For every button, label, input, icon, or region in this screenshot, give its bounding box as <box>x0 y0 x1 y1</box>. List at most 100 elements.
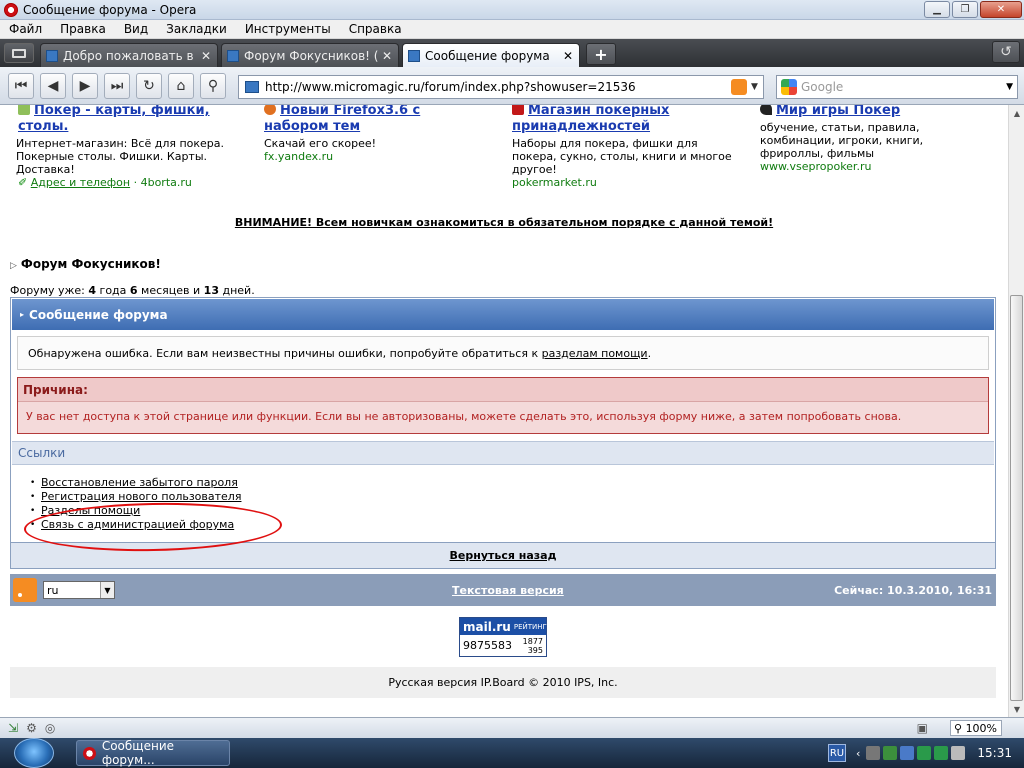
ad-url[interactable]: www.vsepropoker.ru <box>760 160 990 174</box>
rating-counts: 1877 395 <box>522 637 543 655</box>
shop-icon <box>512 105 524 115</box>
network-icon[interactable] <box>900 746 915 760</box>
recover-password-link[interactable]: Восстановление забытого пароля <box>41 476 238 489</box>
tab-close-icon[interactable]: ✕ <box>562 49 574 63</box>
turbo-icon[interactable]: ◎ <box>45 721 55 735</box>
chevron-down-icon: ▼ <box>100 582 114 598</box>
ad-address-link[interactable]: Адрес и телефон <box>31 176 130 189</box>
volume-icon[interactable] <box>951 746 966 760</box>
help-sections-link[interactable]: разделам помощи <box>542 347 648 360</box>
reason-box: Причина: У вас нет доступа к этой страни… <box>17 377 989 434</box>
spade-icon <box>760 105 772 115</box>
taskbar-opera-item[interactable]: Сообщение форум... <box>76 739 230 767</box>
newbie-notice-link[interactable]: ВНИМАНИЕ! Всем новичкам ознакомиться в о… <box>0 216 1008 229</box>
panel-icon[interactable]: ⇲ <box>8 721 18 735</box>
tray-app-icon[interactable] <box>883 746 898 760</box>
network-icon[interactable]: ⚙ <box>26 721 37 735</box>
close-button[interactable]: ✕ <box>980 1 1022 18</box>
vertical-scrollbar[interactable]: ▲ ▼ <box>1008 105 1024 717</box>
restore-button[interactable]: ❐ <box>952 1 978 18</box>
menu-tools[interactable]: Инструменты <box>236 22 340 36</box>
error-info: Обнаружена ошибка. Если вам неизвестны п… <box>17 336 989 370</box>
ad-url[interactable]: 4borta.ru <box>141 176 192 189</box>
ad-url[interactable]: pokermarket.ru <box>512 176 742 190</box>
tray-app-icon[interactable] <box>934 746 949 760</box>
page-icon[interactable]: ▣ <box>917 721 928 735</box>
reload-button[interactable]: ↻ <box>136 72 162 99</box>
address-dropdown-icon[interactable]: ▼ <box>751 82 763 92</box>
navigation-bar: ⏮ ◀ ▶ ⏭ ↻ ⌂ ⚲ http://www.micromagic.ru/f… <box>0 67 1024 105</box>
minimize-button[interactable]: ▁ <box>924 1 950 18</box>
tab-close-icon[interactable]: ✕ <box>381 49 393 63</box>
menu-bookmarks[interactable]: Закладки <box>157 22 236 36</box>
current-time: Сейчас: 10.3.2010, 16:31 <box>834 583 992 597</box>
menu-view[interactable]: Вид <box>115 22 157 36</box>
tab-message[interactable]: Сообщение форума ✕ <box>402 43 580 67</box>
ad-title[interactable]: Новый Firefox3.6 с набором тем <box>264 105 484 135</box>
tab-label: Добро пожаловать в ... <box>63 48 197 63</box>
ad-url[interactable]: fx.yandex.ru <box>264 150 484 164</box>
tab-label: Сообщение форума <box>425 48 550 63</box>
tab-close-icon[interactable]: ✕ <box>200 49 212 63</box>
list-item: Восстановление забытого пароля <box>30 476 241 490</box>
language-select[interactable]: ru ▼ <box>43 581 115 599</box>
text-version-link[interactable]: Текстовая версия <box>452 584 564 597</box>
scroll-thumb[interactable] <box>1010 295 1023 701</box>
register-link[interactable]: Регистрация нового пользователя <box>41 490 241 503</box>
home-button[interactable]: ⌂ <box>168 72 194 99</box>
ad-title[interactable]: Магазин покерных принадлежностей <box>512 105 742 135</box>
tray-app-icon[interactable] <box>917 746 932 760</box>
scroll-up-icon[interactable]: ▲ <box>1009 105 1024 121</box>
forward-button[interactable]: ▶ <box>72 72 98 99</box>
menu-bar: Файл Правка Вид Закладки Инструменты Спр… <box>0 20 1024 39</box>
address-url[interactable]: http://www.micromagic.ru/forum/index.php… <box>265 80 731 94</box>
language-indicator[interactable]: RU <box>828 744 846 762</box>
ad-title[interactable]: Мир игры Покер <box>760 105 990 119</box>
tray-expand-icon[interactable]: ‹ <box>856 747 860 760</box>
forum-title[interactable]: ▷ Форум Фокусников! <box>10 257 161 271</box>
tray-icons <box>866 746 966 760</box>
tab-welcome[interactable]: Добро пожаловать в ... ✕ <box>40 43 218 67</box>
tab-bar: Добро пожаловать в ... ✕ Форум Фокуснико… <box>0 39 1024 67</box>
rss-feed-icon[interactable] <box>731 79 747 95</box>
search-box[interactable]: Google ▼ <box>776 75 1018 99</box>
address-bar[interactable]: http://www.micromagic.ru/forum/index.php… <box>238 75 764 99</box>
ad-block: Покер - карты, фишки, столы. Интернет-ма… <box>0 105 1008 195</box>
tab-forum[interactable]: Форум Фокусников! (... ✕ <box>221 43 399 67</box>
menu-file[interactable]: Файл <box>0 22 51 36</box>
rss-feed-icon[interactable] <box>13 578 37 602</box>
reason-text: У вас нет доступа к этой странице или фу… <box>26 410 902 423</box>
panel-toggle-button[interactable] <box>4 43 34 63</box>
zoom-control[interactable]: ⚲ 100% <box>950 720 1002 736</box>
panel-icon <box>12 48 26 58</box>
new-tab-button[interactable]: + <box>586 43 616 65</box>
opera-logo-icon[interactable] <box>4 2 18 17</box>
back-button[interactable]: ◀ <box>40 72 66 99</box>
menu-edit[interactable]: Правка <box>51 22 115 36</box>
closed-tabs-trash-icon[interactable]: ↺ <box>992 41 1020 63</box>
menu-help[interactable]: Справка <box>340 22 411 36</box>
clock[interactable]: 15:31 <box>977 746 1012 760</box>
tray-app-icon[interactable] <box>866 746 881 760</box>
ad-description: Наборы для покера, фишки для покера, сук… <box>512 137 732 176</box>
scroll-down-icon[interactable]: ▼ <box>1009 701 1024 717</box>
ad-item: Покер - карты, фишки, столы. Интернет-ма… <box>16 105 258 190</box>
window-title: Сообщение форума - Opera <box>23 2 197 17</box>
rewind-button[interactable]: ⏮ <box>8 72 34 99</box>
opera-logo-icon <box>83 746 96 760</box>
mail-rating-badge[interactable]: mail.ru РЕЙТИНГ 9875583 1877 395 <box>459 617 547 657</box>
ad-description: Скачай его скорее! <box>264 137 377 150</box>
google-logo-icon[interactable] <box>781 79 797 95</box>
zoom-level: 100% <box>965 721 998 735</box>
tab-label: Форум Фокусников! (... <box>244 48 378 63</box>
copyright: Русская версия IP.Board © 2010 IPS, Inc. <box>10 667 996 698</box>
search-dropdown-icon[interactable]: ▼ <box>1006 82 1013 92</box>
wand-button[interactable]: ⚲ <box>200 72 226 99</box>
go-back-link[interactable]: Вернуться назад <box>450 549 557 562</box>
ad-description: Интернет-магазин: Всё для покера. Покерн… <box>16 137 225 176</box>
fast-forward-button[interactable]: ⏭ <box>104 72 130 99</box>
firefox-icon <box>264 105 276 115</box>
search-placeholder: Google <box>801 80 844 94</box>
start-button[interactable] <box>14 738 54 768</box>
ad-title[interactable]: Покер - карты, фишки, столы. <box>18 105 258 135</box>
